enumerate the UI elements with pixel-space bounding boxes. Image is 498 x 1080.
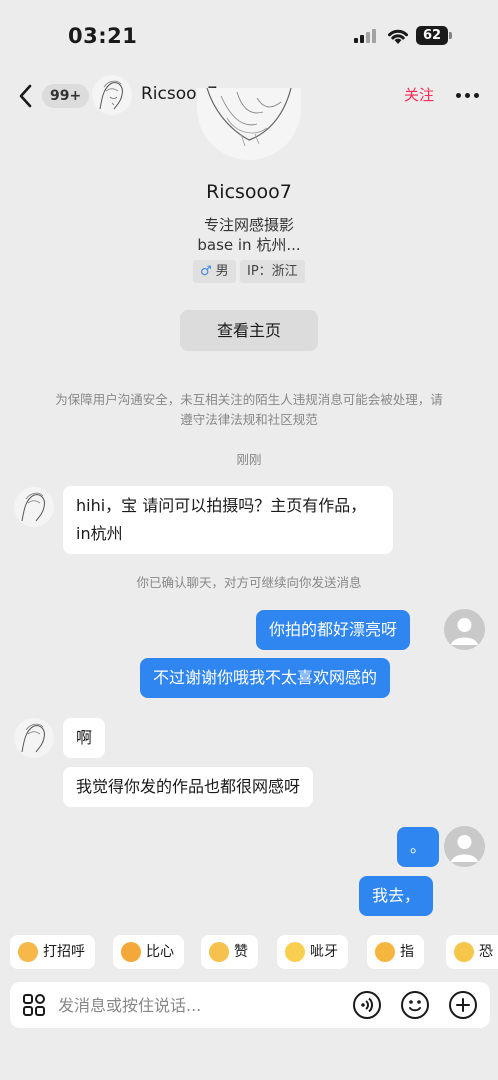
chat-confirm-note: 你已确认聊天，对方可继续向你发送消息 [136, 575, 362, 590]
message-bubble-sent[interactable]: 我去， [359, 876, 434, 916]
follow-button[interactable]: 关注 [404, 84, 434, 105]
more-options-icon[interactable] [456, 93, 480, 99]
quick-reply-chip[interactable]: 指 [367, 935, 424, 969]
profile-bio-line: base in 杭州... [197, 236, 301, 254]
profile-avatar[interactable] [197, 88, 301, 160]
heart-hands-emoji-icon [121, 942, 141, 962]
wifi-icon [388, 29, 408, 44]
sender-avatar[interactable] [14, 487, 54, 527]
back-arrow-icon[interactable] [14, 82, 38, 110]
safety-notice: 为保障用户沟通安全，未互相关注的陌生人违规消息可能会被处理，请遵守法律法规和社区… [55, 392, 443, 427]
ip-location-tag: IP：浙江 [240, 260, 305, 283]
scream-emoji-icon [454, 942, 474, 962]
my-avatar[interactable] [444, 609, 485, 650]
quick-reply-chip[interactable]: 比心 [113, 935, 184, 969]
message-timestamp: 刚刚 [236, 452, 262, 467]
apps-grid-icon[interactable] [22, 993, 46, 1017]
cellular-signal-icon [354, 29, 378, 43]
sender-avatar[interactable] [14, 718, 54, 758]
message-bubble-received[interactable]: 啊 [63, 718, 106, 758]
view-profile-button[interactable]: 查看主页 [180, 310, 318, 351]
quick-reply-chip[interactable]: 赞 [201, 935, 258, 969]
chip-label: 赞 [234, 944, 248, 960]
battery-level: 62 [416, 26, 448, 45]
voice-input-icon[interactable] [352, 990, 382, 1020]
message-bubble-sent[interactable]: 不过谢谢你哦我不太喜欢网感的 [140, 658, 391, 698]
message-bubble-received[interactable]: 我觉得你发的作品也都很网感呀 [63, 767, 314, 807]
my-avatar[interactable] [444, 826, 485, 867]
chip-label: 恐 [479, 944, 493, 960]
message-input[interactable] [58, 982, 338, 1028]
status-bar: 03:21 62 [0, 0, 498, 72]
gender-label: 男 [215, 264, 229, 279]
chip-label: 指 [400, 944, 414, 960]
status-time: 03:21 [68, 24, 138, 48]
point-emoji-icon [375, 942, 395, 962]
battery-icon: 62 [416, 26, 452, 45]
profile-name: Ricsooo7 [206, 181, 292, 203]
chip-label: 比心 [146, 944, 174, 960]
quick-reply-chip[interactable]: 打招呼 [10, 935, 95, 969]
male-icon: ♂ [200, 264, 212, 279]
quick-reply-chip[interactable]: 恐 [446, 935, 498, 969]
thumbs-up-emoji-icon [209, 942, 229, 962]
message-bubble-received[interactable]: hihi，宝 请问可以拍摄吗？主页有作品，in杭州 [63, 486, 393, 554]
gender-tag: ♂ 男 [193, 260, 236, 283]
message-input-bar [10, 982, 490, 1028]
unread-count-badge[interactable]: 99+ [42, 84, 90, 108]
home-indicator [0, 1060, 498, 1080]
avatar[interactable] [92, 75, 132, 115]
quick-reply-chip[interactable]: 呲牙 [277, 935, 348, 969]
grin-emoji-icon [285, 942, 305, 962]
add-icon[interactable] [448, 990, 478, 1020]
wave-emoji-icon [18, 942, 38, 962]
emoji-icon[interactable] [400, 990, 430, 1020]
chip-label: 打招呼 [43, 944, 85, 960]
message-bubble-sent[interactable]: 你拍的都好漂亮呀 [256, 610, 411, 650]
message-bubble-sent[interactable]: 。 [397, 827, 440, 867]
profile-bio-line: 专注网感摄影 [203, 216, 294, 234]
chip-label: 呲牙 [310, 944, 338, 960]
